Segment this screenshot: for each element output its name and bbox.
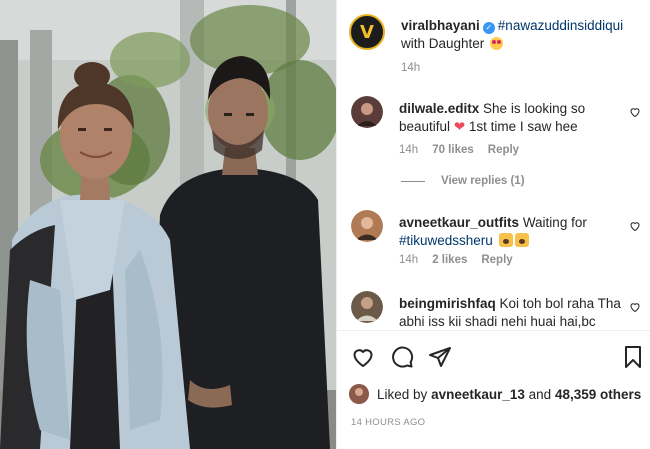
caption-timestamp[interactable]: 14h (401, 62, 420, 74)
comment-reply-button[interactable]: Reply (481, 254, 512, 266)
view-replies-label: View replies (1) (441, 175, 525, 187)
raising-hands-emoji-icon (498, 233, 513, 247)
commenter-avatar[interactable] (351, 291, 383, 323)
post-side-panel: V viralbhayani ✓ #nawazuddinsiddiqui with … (336, 0, 650, 449)
comment-time[interactable]: 14h (399, 254, 418, 266)
comment-text: dilwale.editx She is looking so beautifu… (399, 100, 625, 136)
view-replies-button[interactable]: View replies (1) (401, 175, 525, 187)
comment-like-heart-icon[interactable] (629, 220, 641, 232)
photo-illustration (0, 0, 336, 449)
commenter-avatar[interactable] (351, 210, 383, 242)
comment-content-2: 1st time I saw hee (468, 119, 578, 134)
liked-by-count[interactable]: 48,359 others (555, 387, 641, 402)
comment-content: Waiting for (522, 215, 587, 230)
save-bookmark-icon[interactable] (621, 345, 645, 369)
post-actions-section: Liked by avneetkaur_13 and 48,359 others… (337, 330, 650, 449)
heart-eyes-emoji-icon (490, 37, 504, 50)
comment-hashtag[interactable]: #tikuwedssheru (399, 233, 493, 248)
liked-by-user[interactable]: avneetkaur_13 (431, 387, 525, 402)
share-send-icon[interactable] (428, 345, 452, 369)
comment-likes[interactable]: 2 likes (432, 254, 467, 266)
comment-username[interactable]: beingmirishfaq (399, 296, 496, 311)
comment-reply-button[interactable]: Reply (488, 144, 519, 156)
liked-by-prefix: Liked by (377, 386, 428, 402)
comment-meta: 14h 2 likes Reply (399, 254, 513, 266)
comments-list[interactable]: dilwale.editx She is looking so beautifu… (349, 92, 649, 330)
red-heart-emoji-icon: ❤ (453, 119, 466, 134)
comment-username[interactable]: avneetkaur_outfits (399, 215, 519, 230)
verified-badge-icon: ✓ (482, 22, 495, 34)
caption-hashtag[interactable]: #nawazuddinsiddiqui (498, 18, 623, 33)
like-heart-icon[interactable] (351, 345, 375, 369)
caption-body: with Daughter (401, 36, 485, 51)
comment-text: beingmirishfaq Koi toh bol raha Tha abhi… (399, 295, 625, 330)
comment-likes[interactable]: 70 likes (432, 144, 474, 156)
post-photo (0, 0, 336, 449)
comment-meta: 14h 70 likes Reply (399, 144, 519, 156)
author-avatar[interactable]: V (349, 14, 385, 50)
raising-hands-emoji-icon (514, 233, 529, 247)
comment-bubble-icon[interactable] (390, 345, 414, 369)
comment-like-heart-icon[interactable] (629, 301, 641, 313)
comment-like-heart-icon[interactable] (629, 106, 641, 118)
liked-by-summary: Liked by avneetkaur_13 and 48,359 others (349, 384, 641, 404)
post-timestamp[interactable]: 14 HOURS AGO (351, 417, 425, 428)
comment-username[interactable]: dilwale.editx (399, 101, 479, 116)
comment-text: avneetkaur_outfits Waiting for #tikuweds… (399, 214, 625, 250)
replies-divider-line (401, 180, 425, 182)
liked-by-and: and (528, 386, 552, 402)
avatar-letter: V (360, 21, 374, 43)
commenter-avatar[interactable] (351, 96, 383, 128)
liker-avatar[interactable] (349, 384, 369, 404)
author-username[interactable]: viralbhayani (401, 18, 480, 33)
comment-time[interactable]: 14h (399, 144, 418, 156)
caption-text: viralbhayani ✓ #nawazuddinsiddiqui with Da… (401, 17, 650, 53)
